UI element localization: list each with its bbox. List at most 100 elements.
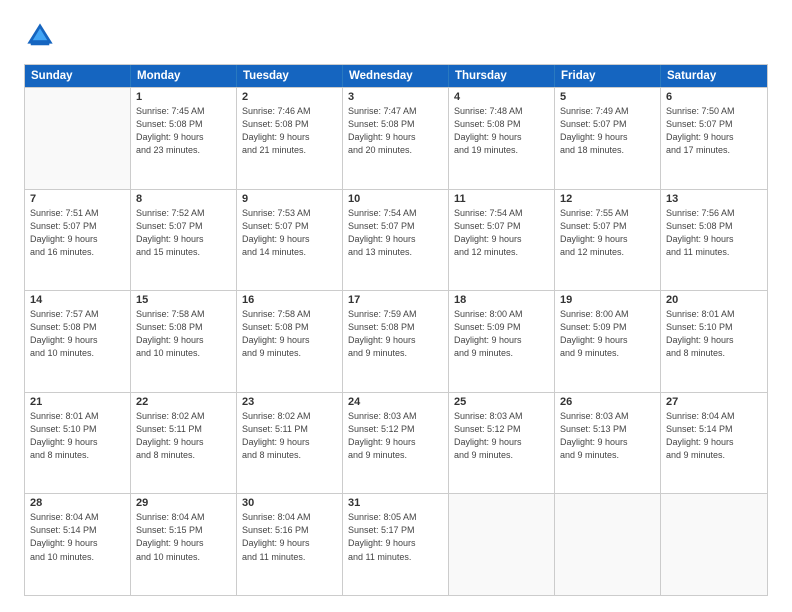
cell-info-text: Sunrise: 8:04 AM Sunset: 5:14 PM Dayligh…: [666, 410, 762, 462]
cal-cell-empty: [661, 494, 767, 595]
cal-cell-16: 16 Sunrise: 7:58 AM Sunset: 5:08 PM Dayli…: [237, 291, 343, 392]
cell-info-text: Sunrise: 7:52 AM Sunset: 5:07 PM Dayligh…: [136, 207, 231, 259]
cal-cell-26: 26Sunrise: 8:03 AM Sunset: 5:13 PM Dayli…: [555, 393, 661, 494]
cal-cell-22: 22 Sunrise: 8:02 AM Sunset: 5:11 PM Dayli…: [131, 393, 237, 494]
cell-info-text: Sunrise: 7:47 AM Sunset: 5:08 PM Dayligh…: [348, 105, 443, 157]
cell-day-number: 7: [30, 193, 125, 205]
cal-cell-19: 19 Sunrise: 8:00 AM Sunset: 5:09 PM Dayli…: [555, 291, 661, 392]
cell-info-text: Sunrise: 7:53 AM Sunset: 5:07 PM Dayligh…: [242, 207, 337, 259]
cell-day-number: 29: [136, 497, 231, 509]
cal-cell-11: 11 Sunrise: 7:54 AM Sunset: 5:07 PM Dayli…: [449, 190, 555, 291]
cell-info-text: Sunrise: 8:04 AM Sunset: 5:16 PM Dayligh…: [242, 511, 337, 563]
cell-day-number: 22: [136, 396, 231, 408]
cal-cell-6: 6Sunrise: 7:50 AM Sunset: 5:07 PM Daylig…: [661, 88, 767, 189]
cell-day-number: 17: [348, 294, 443, 306]
cell-day-number: 14: [30, 294, 125, 306]
cell-info-text: Sunrise: 7:49 AM Sunset: 5:07 PM Dayligh…: [560, 105, 655, 157]
cell-info-text: Sunrise: 8:02 AM Sunset: 5:11 PM Dayligh…: [242, 410, 337, 462]
cell-info-text: Sunrise: 8:00 AM Sunset: 5:09 PM Dayligh…: [454, 308, 549, 360]
cell-info-text: Sunrise: 8:01 AM Sunset: 5:10 PM Dayligh…: [30, 410, 125, 462]
cal-cell-28: 28 Sunrise: 8:04 AM Sunset: 5:14 PM Dayli…: [25, 494, 131, 595]
cell-day-number: 4: [454, 91, 549, 103]
cell-day-number: 30: [242, 497, 337, 509]
cell-info-text: Sunrise: 7:57 AM Sunset: 5:08 PM Dayligh…: [30, 308, 125, 360]
cell-info-text: Sunrise: 8:01 AM Sunset: 5:10 PM Dayligh…: [666, 308, 762, 360]
cell-info-text: Sunrise: 7:58 AM Sunset: 5:08 PM Dayligh…: [242, 308, 337, 360]
cell-info-text: Sunrise: 7:55 AM Sunset: 5:07 PM Dayligh…: [560, 207, 655, 259]
cal-header-wednesday: Wednesday: [343, 65, 449, 87]
cell-info-text: Sunrise: 7:48 AM Sunset: 5:08 PM Dayligh…: [454, 105, 549, 157]
logo-icon: [24, 20, 56, 52]
cal-cell-1: 1 Sunrise: 7:45 AM Sunset: 5:08 PM Daylig…: [131, 88, 237, 189]
cal-cell-30: 30 Sunrise: 8:04 AM Sunset: 5:16 PM Dayli…: [237, 494, 343, 595]
cell-day-number: 31: [348, 497, 443, 509]
calendar: SundayMondayTuesdayWednesdayThursdayFrid…: [24, 64, 768, 596]
cal-cell-15: 15 Sunrise: 7:58 AM Sunset: 5:08 PM Dayli…: [131, 291, 237, 392]
cell-info-text: Sunrise: 7:58 AM Sunset: 5:08 PM Dayligh…: [136, 308, 231, 360]
cell-day-number: 5: [560, 91, 655, 103]
cal-header-thursday: Thursday: [449, 65, 555, 87]
cal-week-0: 1 Sunrise: 7:45 AM Sunset: 5:08 PM Daylig…: [25, 87, 767, 189]
cal-week-4: 28 Sunrise: 8:04 AM Sunset: 5:14 PM Dayli…: [25, 493, 767, 595]
cell-info-text: Sunrise: 8:00 AM Sunset: 5:09 PM Dayligh…: [560, 308, 655, 360]
cal-cell-12: 12Sunrise: 7:55 AM Sunset: 5:07 PM Dayli…: [555, 190, 661, 291]
cell-info-text: Sunrise: 7:45 AM Sunset: 5:08 PM Dayligh…: [136, 105, 231, 157]
cell-day-number: 25: [454, 396, 549, 408]
cell-info-text: Sunrise: 7:56 AM Sunset: 5:08 PM Dayligh…: [666, 207, 762, 259]
cell-info-text: Sunrise: 8:04 AM Sunset: 5:14 PM Dayligh…: [30, 511, 125, 563]
cell-info-text: Sunrise: 8:05 AM Sunset: 5:17 PM Dayligh…: [348, 511, 443, 563]
cell-info-text: Sunrise: 8:03 AM Sunset: 5:12 PM Dayligh…: [348, 410, 443, 462]
cal-cell-18: 18 Sunrise: 8:00 AM Sunset: 5:09 PM Dayli…: [449, 291, 555, 392]
calendar-body: 1 Sunrise: 7:45 AM Sunset: 5:08 PM Daylig…: [25, 87, 767, 595]
cal-header-saturday: Saturday: [661, 65, 767, 87]
cell-day-number: 24: [348, 396, 443, 408]
header: [24, 20, 768, 52]
cal-cell-3: 3 Sunrise: 7:47 AM Sunset: 5:08 PM Daylig…: [343, 88, 449, 189]
cell-day-number: 6: [666, 91, 762, 103]
cell-info-text: Sunrise: 7:51 AM Sunset: 5:07 PM Dayligh…: [30, 207, 125, 259]
logo: [24, 20, 60, 52]
cell-day-number: 26: [560, 396, 655, 408]
page: SundayMondayTuesdayWednesdayThursdayFrid…: [0, 0, 792, 612]
cell-day-number: 18: [454, 294, 549, 306]
cell-day-number: 19: [560, 294, 655, 306]
cal-header-friday: Friday: [555, 65, 661, 87]
cal-header-monday: Monday: [131, 65, 237, 87]
cell-day-number: 21: [30, 396, 125, 408]
cal-cell-25: 25 Sunrise: 8:03 AM Sunset: 5:12 PM Dayli…: [449, 393, 555, 494]
cell-info-text: Sunrise: 7:46 AM Sunset: 5:08 PM Dayligh…: [242, 105, 337, 157]
cal-week-3: 21 Sunrise: 8:01 AM Sunset: 5:10 PM Dayli…: [25, 392, 767, 494]
cal-header-sunday: Sunday: [25, 65, 131, 87]
cell-day-number: 1: [136, 91, 231, 103]
cell-day-number: 13: [666, 193, 762, 205]
cell-day-number: 15: [136, 294, 231, 306]
cell-day-number: 28: [30, 497, 125, 509]
cell-day-number: 2: [242, 91, 337, 103]
cal-cell-17: 17Sunrise: 7:59 AM Sunset: 5:08 PM Dayli…: [343, 291, 449, 392]
cell-day-number: 8: [136, 193, 231, 205]
cal-week-1: 7 Sunrise: 7:51 AM Sunset: 5:07 PM Daylig…: [25, 189, 767, 291]
cell-info-text: Sunrise: 8:04 AM Sunset: 5:15 PM Dayligh…: [136, 511, 231, 563]
cal-cell-13: 13 Sunrise: 7:56 AM Sunset: 5:08 PM Dayli…: [661, 190, 767, 291]
cell-day-number: 3: [348, 91, 443, 103]
cal-cell-29: 29 Sunrise: 8:04 AM Sunset: 5:15 PM Dayli…: [131, 494, 237, 595]
cell-day-number: 16: [242, 294, 337, 306]
cal-cell-empty: [449, 494, 555, 595]
cal-cell-31: 31 Sunrise: 8:05 AM Sunset: 5:17 PM Dayli…: [343, 494, 449, 595]
cal-cell-27: 27Sunrise: 8:04 AM Sunset: 5:14 PM Dayli…: [661, 393, 767, 494]
cal-cell-empty: [25, 88, 131, 189]
cal-cell-empty: [555, 494, 661, 595]
cal-cell-2: 2 Sunrise: 7:46 AM Sunset: 5:08 PM Daylig…: [237, 88, 343, 189]
cal-cell-8: 8 Sunrise: 7:52 AM Sunset: 5:07 PM Daylig…: [131, 190, 237, 291]
cal-cell-10: 10 Sunrise: 7:54 AM Sunset: 5:07 PM Dayli…: [343, 190, 449, 291]
cell-day-number: 11: [454, 193, 549, 205]
cell-day-number: 10: [348, 193, 443, 205]
cell-info-text: Sunrise: 7:54 AM Sunset: 5:07 PM Dayligh…: [348, 207, 443, 259]
cell-day-number: 23: [242, 396, 337, 408]
cell-info-text: Sunrise: 8:02 AM Sunset: 5:11 PM Dayligh…: [136, 410, 231, 462]
cell-info-text: Sunrise: 7:54 AM Sunset: 5:07 PM Dayligh…: [454, 207, 549, 259]
cell-info-text: Sunrise: 8:03 AM Sunset: 5:12 PM Dayligh…: [454, 410, 549, 462]
calendar-header-row: SundayMondayTuesdayWednesdayThursdayFrid…: [25, 65, 767, 87]
cal-cell-14: 14 Sunrise: 7:57 AM Sunset: 5:08 PM Dayli…: [25, 291, 131, 392]
cal-cell-20: 20Sunrise: 8:01 AM Sunset: 5:10 PM Dayli…: [661, 291, 767, 392]
